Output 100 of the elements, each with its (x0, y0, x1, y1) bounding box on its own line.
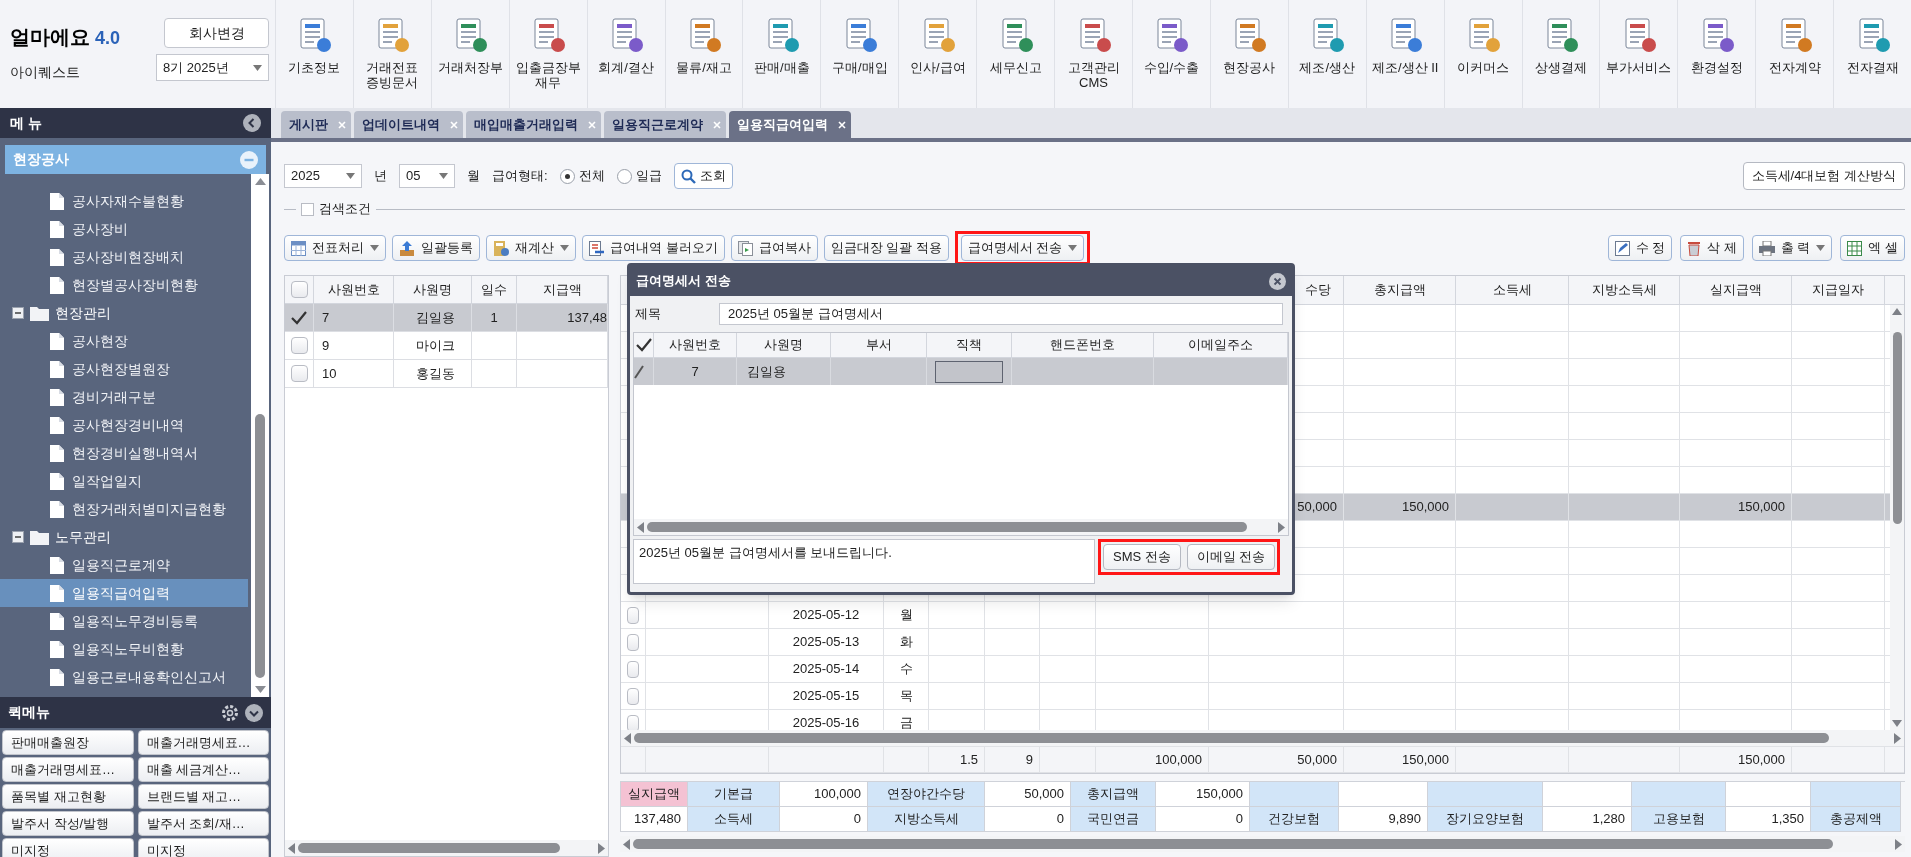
tree-item[interactable]: 일용근로내용확인신고서 (0, 663, 248, 691)
scroll-thumb[interactable] (255, 413, 265, 678)
module-button[interactable]: 고객관리 CMS (1054, 0, 1132, 108)
tree-item[interactable]: 공사현장별원장 (0, 355, 248, 383)
checkbox[interactable] (627, 687, 639, 705)
tree-item[interactable]: 일작업일지 (0, 467, 248, 495)
action-button[interactable]: 전표처리 (284, 235, 386, 261)
scroll-down-icon[interactable] (1892, 720, 1902, 727)
check-icon[interactable] (634, 337, 653, 353)
action-button[interactable]: 일괄등록 (392, 235, 480, 261)
tree-folder[interactable]: 현장관리 (0, 299, 248, 327)
module-button[interactable]: 전자결재 (1833, 0, 1911, 108)
scroll-left-icon[interactable] (637, 521, 644, 533)
module-button[interactable]: 회계/결산 (586, 0, 665, 108)
table-row[interactable]: 9 마이크 (285, 332, 608, 360)
search-button[interactable]: 조회 (673, 163, 733, 189)
tree-item[interactable]: 공사장비 (0, 215, 248, 243)
table-row[interactable]: 10 홍길동 (285, 360, 608, 388)
scroll-thumb[interactable] (633, 839, 1833, 849)
tab[interactable]: 일용직급여입력 (729, 111, 851, 138)
year-select[interactable]: 2025 (284, 164, 362, 188)
module-button[interactable]: 판매/매출 (742, 0, 821, 108)
check-icon[interactable] (290, 309, 308, 326)
scroll-left-icon[interactable] (624, 732, 631, 744)
table-row[interactable]: 2025-05-13 화 (621, 629, 1890, 656)
scroll-right-icon[interactable] (1894, 732, 1901, 744)
expand-icon[interactable] (245, 703, 263, 722)
tree-item[interactable]: 일용직노무경비등록 (0, 607, 248, 635)
message-field[interactable]: 2025년 05월분 급여명세서를 보내드립니다. (633, 539, 1095, 584)
tree-item[interactable]: 공사현장 (0, 327, 248, 355)
quick-menu-button[interactable]: 발주서 작성/발행 (2, 811, 134, 836)
checkbox[interactable] (290, 337, 308, 354)
table-row[interactable]: 7 김일용 1 137,48 (285, 304, 608, 332)
scroll-right-icon[interactable] (1278, 521, 1285, 533)
scroll-thumb[interactable] (1892, 331, 1902, 524)
radio-button[interactable] (616, 168, 632, 184)
action-button[interactable]: 삭 제 (1680, 235, 1744, 261)
checkbox[interactable] (290, 281, 308, 298)
tab[interactable]: 게시판 (281, 111, 351, 138)
tree-folder[interactable]: 노무관리 (0, 523, 248, 551)
module-button[interactable]: 환경설정 (1677, 0, 1756, 108)
quick-menu-button[interactable]: 매출거래명세표… (2, 757, 134, 782)
table-row[interactable]: 2025-05-12 월 (621, 602, 1890, 629)
minus-icon[interactable] (12, 307, 24, 319)
minus-icon[interactable] (12, 531, 24, 543)
tree-item[interactable]: 경비거래구분 (0, 383, 248, 411)
module-button[interactable]: 제조/생산 (1287, 0, 1366, 108)
radio-button[interactable] (559, 168, 575, 184)
checkbox[interactable] (627, 633, 639, 651)
cell-editor[interactable] (935, 360, 1003, 383)
settings-icon[interactable] (221, 703, 239, 722)
module-button[interactable]: 인사/급여 (898, 0, 977, 108)
table-row[interactable]: 2025-05-14 수 (621, 656, 1890, 683)
action-button[interactable]: 출 력 (1751, 235, 1833, 261)
period-select[interactable]: 8기 2025년 (156, 54, 269, 81)
scrollbar[interactable] (251, 174, 269, 697)
module-button[interactable]: 구매/매입 (820, 0, 899, 108)
checkbox[interactable] (627, 606, 639, 624)
tree-item[interactable]: 일용직근로계약 (0, 551, 248, 579)
quick-menu-button[interactable]: 브랜드별 재고… (137, 784, 269, 809)
tree-item[interactable]: 현장거래처별미지급현황 (0, 495, 248, 523)
scroll-thumb[interactable] (298, 843, 560, 853)
collapse-icon[interactable] (243, 114, 261, 132)
quick-menu-button[interactable]: 매출거래명세표… (137, 730, 269, 755)
quick-menu-button[interactable]: 발주서 조회/재… (137, 811, 269, 836)
quick-menu-button[interactable]: 품목별 재고현황 (2, 784, 134, 809)
tree-item[interactable]: 일용직노무비현황 (0, 635, 248, 663)
quick-menu-button[interactable]: 미지정 (2, 838, 134, 857)
action-button[interactable]: 재계산 (486, 235, 576, 261)
scroll-thumb[interactable] (634, 733, 1829, 743)
quick-menu-button[interactable]: 판매매출원장 (2, 730, 134, 755)
tree-item[interactable]: 공사현장경비내역 (0, 411, 248, 439)
quick-menu-button[interactable]: 미지정 (137, 838, 269, 857)
action-button[interactable]: 급여명세서 전송 (960, 235, 1085, 261)
send-button[interactable]: SMS 전송 (1103, 544, 1181, 570)
scroll-left-icon[interactable] (623, 838, 630, 850)
tree-item[interactable]: 공사장비현장배치 (0, 243, 248, 271)
calculation-method-button[interactable]: 소득세/4대보험 계산방식 (1742, 162, 1905, 190)
scroll-right-icon[interactable] (1895, 838, 1902, 850)
tree-item[interactable]: 현장별공사장비현황 (0, 271, 248, 299)
checkbox[interactable] (627, 714, 639, 730)
module-button[interactable]: 현장공사 (1209, 0, 1288, 108)
subject-field[interactable]: 2025년 05월분 급여명세서 (719, 303, 1283, 325)
module-button[interactable]: 입출금장부 재무 (508, 0, 587, 108)
module-button[interactable]: 기초정보 (275, 0, 353, 108)
change-company-button[interactable]: 회사변경 (164, 18, 269, 48)
scroll-left-icon[interactable] (288, 842, 295, 854)
module-button[interactable]: 부가서비스 (1599, 0, 1678, 108)
tree-item[interactable]: 공사자재수불현황 (0, 187, 248, 215)
checkbox[interactable] (301, 202, 314, 216)
tab[interactable]: 업데이트내역 (354, 111, 463, 138)
tab[interactable]: 일용직근로계약 (604, 111, 726, 138)
scroll-up-icon[interactable] (254, 178, 266, 185)
tree-item[interactable]: 현장경비실행내역서 (0, 439, 248, 467)
close-icon[interactable] (1269, 272, 1286, 290)
tab[interactable]: 매입매출거래입력 (466, 111, 601, 138)
module-button[interactable]: 제조/생산 II (1365, 0, 1444, 108)
scroll-thumb[interactable] (647, 522, 1247, 532)
action-button[interactable]: 급여내역 불러오기 (582, 235, 725, 261)
action-button[interactable]: 임금대장 일괄 적용 (823, 235, 949, 261)
